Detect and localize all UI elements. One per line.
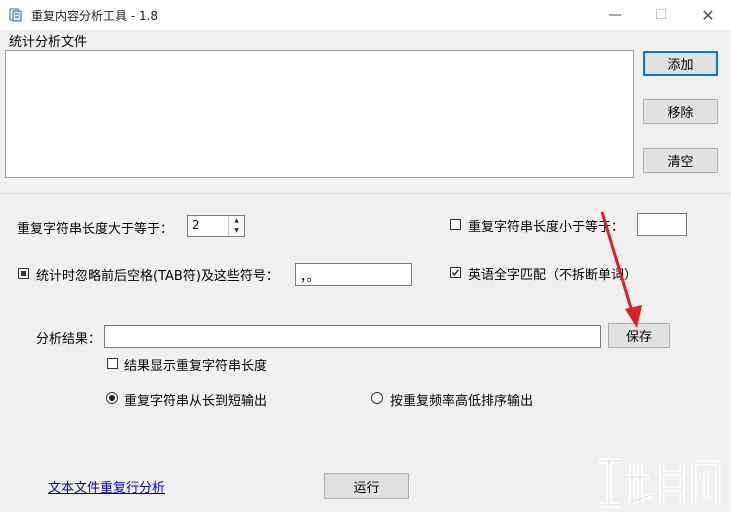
- title-bar: 重复内容分析工具 - 1.8 — ☐ ✕: [0, 0, 731, 30]
- indeterminate-fill: [21, 271, 26, 276]
- spin-buttons: ▲ ▼: [228, 216, 244, 236]
- min-length-stepper[interactable]: 2 ▲ ▼: [187, 215, 245, 237]
- min-length-value: 2: [192, 218, 200, 232]
- spin-up-icon[interactable]: ▲: [229, 216, 244, 226]
- whole-word-checkbox[interactable]: [450, 267, 461, 278]
- app-icon: [9, 8, 22, 22]
- maximize-icon: ☐: [654, 7, 668, 23]
- show-length-checkbox[interactable]: [107, 358, 118, 369]
- sort-by-frequency-radio[interactable]: [371, 392, 383, 404]
- minimize-button[interactable]: —: [592, 0, 638, 30]
- sort-by-length-radio[interactable]: [106, 392, 118, 404]
- clear-files-button[interactable]: 清空: [643, 148, 718, 173]
- show-length-label: 结果显示重复字符串长度: [124, 359, 268, 374]
- check-mark-icon: [451, 269, 460, 276]
- spin-down-icon[interactable]: ▼: [229, 226, 244, 236]
- run-button[interactable]: 运行: [324, 473, 409, 499]
- max-length-checkbox[interactable]: [450, 219, 461, 230]
- section-divider: [0, 193, 731, 194]
- ignore-symbols-input[interactable]: ，。: [295, 263, 412, 286]
- maximize-button[interactable]: ☐: [638, 0, 684, 30]
- minimize-icon: —: [608, 7, 622, 23]
- max-length-input[interactable]: [637, 213, 687, 236]
- window-title: 重复内容分析工具 - 1.8: [31, 9, 159, 23]
- sort-by-length-label: 重复字符串从长到短输出: [124, 394, 268, 409]
- remove-file-button[interactable]: 移除: [643, 99, 718, 124]
- sort-by-frequency-label: 按重复频率高低排序输出: [390, 394, 534, 409]
- ignore-symbols-label: 统计时忽略前后空格(TAB符)及这些符号：: [36, 269, 279, 284]
- whole-word-label: 英语全字匹配（不拆断单词）: [468, 268, 638, 283]
- file-group-label: 统计分析文件: [9, 35, 88, 50]
- watermark-logo: [598, 458, 721, 508]
- close-icon: ✕: [701, 5, 715, 25]
- save-button[interactable]: 保存: [608, 323, 670, 348]
- result-label: 分析结果：: [36, 332, 102, 347]
- ignore-symbols-value: ，。: [300, 270, 320, 285]
- close-button[interactable]: ✕: [685, 0, 731, 30]
- max-length-label: 重复字符串长度小于等于：: [468, 220, 625, 235]
- min-length-label: 重复字符串长度大于等于：: [17, 222, 174, 237]
- radio-selected-dot: [109, 395, 115, 401]
- ignore-symbols-checkbox[interactable]: [18, 268, 29, 279]
- duplicate-lines-link[interactable]: 文本文件重复行分析: [48, 477, 165, 496]
- add-file-button[interactable]: 添加: [643, 51, 718, 76]
- file-list[interactable]: [5, 50, 634, 178]
- result-path-input[interactable]: [104, 325, 601, 348]
